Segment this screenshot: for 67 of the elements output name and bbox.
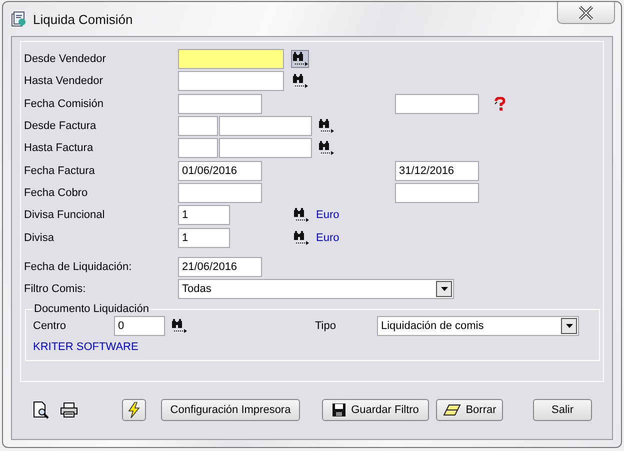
input-field[interactable] <box>395 182 479 203</box>
eraser-icon <box>442 404 461 416</box>
dropdown[interactable]: Liquidación de comis <box>377 316 579 336</box>
lightning-icon <box>128 402 140 418</box>
field-label: Tipo <box>315 320 337 332</box>
field-label: Filtro Comis: <box>24 283 87 296</box>
clear-button[interactable]: Borrar <box>436 399 503 421</box>
lookup-button[interactable] <box>170 317 188 336</box>
dropdown-button[interactable] <box>436 281 452 298</box>
lookup-button[interactable] <box>317 117 335 136</box>
field-label: Fecha Factura <box>24 164 96 177</box>
lookup-button[interactable] <box>317 139 335 158</box>
input-field[interactable] <box>178 138 218 158</box>
binoculars-icon <box>171 319 187 334</box>
binoculars-icon <box>293 230 309 245</box>
lookup-button[interactable] <box>292 228 310 247</box>
input-field[interactable] <box>219 138 312 158</box>
field-label: Fecha Cobro <box>24 186 89 199</box>
field-label: Desde Factura <box>24 120 98 132</box>
printer-settings-button[interactable]: Configuración Impresora <box>161 399 300 421</box>
save-filter-button[interactable]: Guardar Filtro <box>322 399 429 421</box>
currency-link[interactable]: Euro <box>316 232 340 244</box>
dropdown-button[interactable] <box>561 318 577 334</box>
caret-icon <box>566 324 572 328</box>
close-icon <box>578 6 594 20</box>
field-label: Desde Vendedor <box>24 53 107 66</box>
lookup-button[interactable] <box>292 206 310 224</box>
exit-button[interactable]: Salir <box>533 399 592 421</box>
app-icon <box>11 11 27 27</box>
window-title: Liquida Comisión <box>33 12 133 26</box>
input-field[interactable] <box>178 116 218 136</box>
group-title: Documento Liquidación <box>33 303 150 316</box>
input-field[interactable]: 01/06/2016 <box>178 160 262 181</box>
caret-icon <box>440 287 448 292</box>
binoculars-icon <box>293 208 309 222</box>
input-field[interactable]: 31/12/2016 <box>395 160 479 181</box>
field-label: Divisa <box>24 232 55 244</box>
field-label: Hasta Vendedor <box>24 75 104 88</box>
field-label: Divisa Funcional <box>24 209 106 222</box>
input-field[interactable]: 1 <box>178 205 230 226</box>
binoculars-icon <box>292 74 308 88</box>
input-field[interactable]: 21/06/2016 <box>178 256 262 277</box>
input-field[interactable] <box>178 71 284 92</box>
input-field[interactable]: 0 <box>114 316 165 336</box>
currency-link[interactable]: Euro <box>316 209 340 222</box>
binoculars-icon <box>292 52 308 66</box>
input-field[interactable] <box>178 49 284 70</box>
binoculars-icon <box>318 119 334 134</box>
field-label: Centro <box>33 320 68 332</box>
execute-button[interactable] <box>122 399 146 421</box>
printer-icon[interactable] <box>60 402 78 418</box>
help-icon[interactable] <box>493 96 507 111</box>
input-field[interactable] <box>395 94 479 114</box>
company-name: KRITER SOFTWARE <box>33 340 140 353</box>
lookup-button[interactable] <box>291 72 309 90</box>
field-label: Fecha de Liquidación: <box>24 260 133 273</box>
field-label: Fecha Comisión <box>24 98 104 110</box>
input-field[interactable]: 1 <box>178 228 230 248</box>
input-field[interactable] <box>219 116 312 136</box>
field-label: Hasta Factura <box>24 142 94 154</box>
input-field[interactable] <box>178 182 262 203</box>
print-preview-icon[interactable] <box>32 401 50 419</box>
dropdown[interactable]: Todas <box>178 279 454 300</box>
close-button[interactable] <box>557 2 615 24</box>
binoculars-icon <box>318 141 334 156</box>
input-field[interactable] <box>178 94 262 114</box>
lookup-button[interactable] <box>291 50 309 68</box>
